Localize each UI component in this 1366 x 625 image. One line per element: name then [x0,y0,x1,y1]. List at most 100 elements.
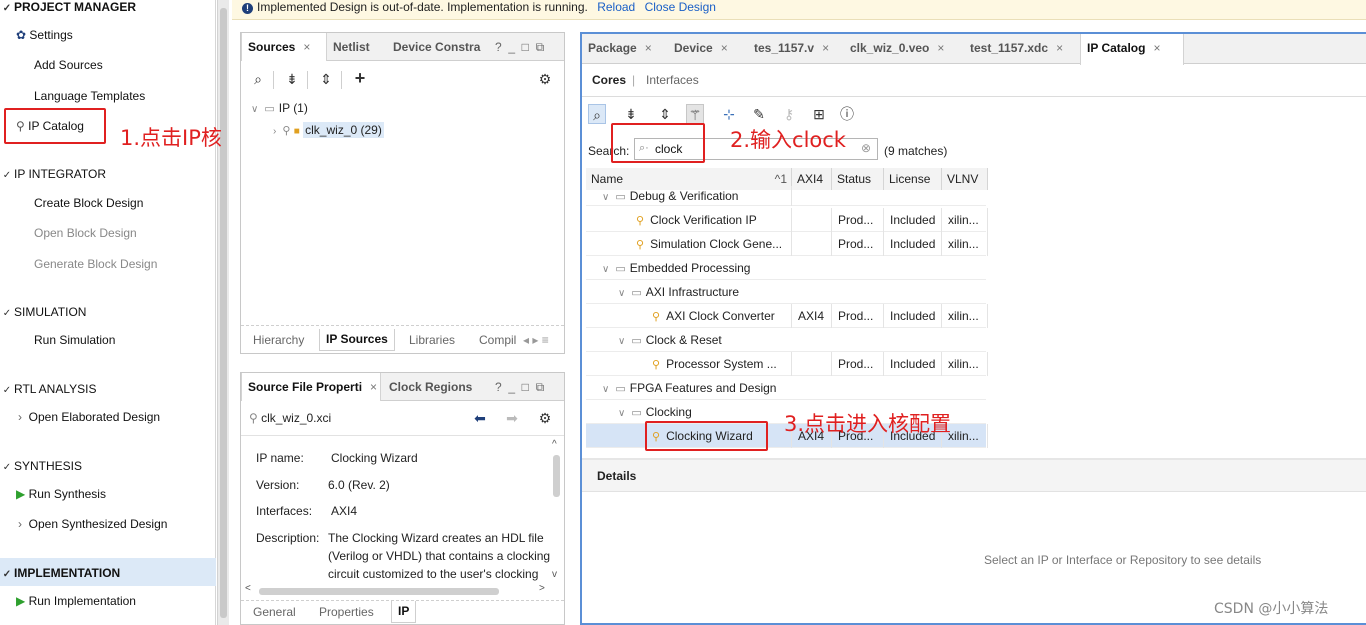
close-icon[interactable]: × [937,41,944,55]
gear-icon[interactable]: ⚙ [536,408,554,428]
sources-panel: Sources × Netlist Device Constra ? _ □ ⧉ … [240,32,565,354]
description-line: (Verilog or VHDL) that contains a clocki… [328,549,551,563]
back-arrow-icon[interactable]: ⬅ [471,408,489,428]
info-icon[interactable]: ⓘ [838,104,856,124]
nav-run-implementation[interactable]: ▶ Run Implementation [16,594,136,608]
search-icon[interactable]: ⌕ [249,69,267,89]
tree-item-clk-wiz[interactable]: › ⚲ ■ clk_wiz_0 (29) [273,122,384,138]
key-icon[interactable]: ⚷ [780,104,798,124]
tab-test-1157-xdc[interactable]: test_1157.xdc × [964,34,1080,62]
close-icon[interactable]: × [370,380,377,394]
table-row[interactable]: ⚲ Processor System ... Prod... Included x… [586,352,988,376]
section-project-manager[interactable]: ✓ PROJECT MANAGER [0,0,136,14]
close-icon[interactable]: × [1153,41,1160,55]
forward-arrow-icon[interactable]: ➡ [503,408,521,428]
table-row[interactable]: ∨ ▭ Embedded Processing [586,256,986,280]
table-row[interactable]: ⚲ AXI Clock Converter AXI4 Prod... Includ… [586,304,988,328]
tab-ip-sources[interactable]: IP Sources [319,329,395,351]
tab-compile-order[interactable]: Compil [479,333,516,347]
close-icon[interactable]: × [1056,41,1063,55]
nav-open-synthesized-design[interactable]: › Open Synthesized Design [18,517,167,531]
watermark: CSDN @小小算法 [1214,601,1329,617]
search-icon[interactable]: ⌕ [588,104,606,124]
close-design-link[interactable]: Close Design [645,0,716,14]
panel-controls[interactable]: ? _ □ ⧉ [495,33,544,61]
tab-clk-wiz-veo[interactable]: clk_wiz_0.veo × [844,34,964,62]
table-row[interactable]: ∨ ▭ AXI Infrastructure [586,280,986,304]
nav-run-synthesis[interactable]: ▶ Run Synthesis [16,487,106,501]
nav-language-templates[interactable]: Language Templates [34,89,145,103]
tree-root-ip[interactable]: ∨ ▭ IP (1) [251,101,308,115]
subtab-interfaces[interactable]: Interfaces [646,73,699,87]
nav-add-sources[interactable]: Add Sources [34,58,103,72]
sources-tabstrip: Sources × Netlist Device Constra ? _ □ ⧉ [241,33,564,61]
nav-run-simulation[interactable]: Run Simulation [34,333,115,347]
table-row[interactable]: ⚲ Clock Verification IP Prod... Included … [586,208,988,232]
section-ip-integrator[interactable]: ✓ IP INTEGRATOR [0,167,106,181]
clear-icon[interactable]: ⊗ [861,141,871,155]
filter-icon[interactable]: ⚚ [686,104,704,124]
expand-all-icon[interactable]: ⇕ [317,69,335,89]
chip-icon[interactable]: ⊞ [810,104,828,124]
add-icon[interactable]: + [351,68,369,88]
close-icon[interactable]: × [822,41,829,55]
tab-clock-regions[interactable]: Clock Regions [383,373,483,401]
folder-icon: ▭ [631,407,642,419]
tab-device[interactable]: Device × [668,34,748,62]
tab-device-constraints[interactable]: Device Constra [387,33,487,61]
match-count: (9 matches) [884,144,948,158]
tab-netlist[interactable]: Netlist [327,33,383,61]
tab-libraries[interactable]: Libraries [409,333,455,347]
gear-icon[interactable]: ⚙ [536,69,554,89]
close-icon[interactable]: × [303,40,310,54]
tab-general[interactable]: General [253,605,296,619]
folder-icon: ▭ [264,103,275,115]
section-simulation[interactable]: ✓ SIMULATION [0,305,87,319]
navigator-scrollbar[interactable] [217,0,229,625]
tab-package[interactable]: Package × [582,34,666,62]
details-empty-message: Select an IP or Interface or Repository … [984,553,1262,567]
table-row[interactable]: ∨ ▭ FPGA Features and Design [586,376,986,400]
ip-core-icon: ⚲ [652,359,661,371]
table-row[interactable]: ∨ ▭ Clock & Reset [586,328,986,352]
close-icon[interactable]: × [645,41,652,55]
tab-scroll-arrows[interactable]: ◂ ▸ ≡ [523,333,549,347]
hierarchy-icon[interactable]: ⊹ [720,104,738,124]
panel-controls[interactable]: ? _ □ ⧉ [495,373,544,401]
tab-properties[interactable]: Properties [319,605,374,619]
tab-tes-1157-v[interactable]: tes_1157.v × [748,34,844,62]
chevron-right-icon: › [18,410,22,424]
ip-core-icon: ⚲ [652,311,661,323]
table-row[interactable]: ∨ ▭ Debug & Verification [586,186,986,206]
subtab-cores[interactable]: Cores [592,73,626,87]
nav-open-block-design[interactable]: Open Block Design [34,226,137,240]
details-title: Details [597,469,637,483]
nav-open-elaborated-design[interactable]: › Open Elaborated Design [18,410,160,424]
collapse-all-icon[interactable]: ⇟ [622,104,640,124]
section-synthesis[interactable]: ✓ SYNTHESIS [0,459,82,473]
close-icon[interactable]: × [721,41,728,55]
tab-source-file-properties[interactable]: Source File Properti × [241,373,381,401]
nav-settings[interactable]: ✿ Settings [16,28,73,42]
subtab-divider: | [632,73,636,87]
table-row[interactable]: ⚲ Simulation Clock Gene... Prod... Includ… [586,232,988,256]
horizontal-scrollbar[interactable]: < > [245,583,549,597]
wrench-icon[interactable]: ✎ [750,104,768,124]
tab-ip-catalog[interactable]: IP Catalog × [1080,34,1184,65]
folder-icon: ▭ [631,335,642,347]
section-rtl-analysis[interactable]: ✓ RTL ANALYSIS [0,382,97,396]
description-line: The Clocking Wizard creates an HDL file [328,531,544,545]
section-implementation[interactable]: ✓ IMPLEMENTATION [0,566,120,580]
label-ip-name: IP name: [256,451,304,465]
nav-create-block-design[interactable]: Create Block Design [34,196,143,210]
tab-hierarchy[interactable]: Hierarchy [253,333,304,347]
annotation-step2: 2.输入clock [730,128,846,152]
reload-link[interactable]: Reload [597,0,635,14]
expand-all-icon[interactable]: ⇕ [656,104,674,124]
collapse-all-icon[interactable]: ⇟ [283,69,301,89]
tab-sources[interactable]: Sources × [241,33,327,61]
tab-ip[interactable]: IP [391,601,417,623]
description-line: circuit customized to the user's clockin… [328,567,539,581]
nav-generate-block-design[interactable]: Generate Block Design [34,257,157,271]
vertical-scrollbar[interactable]: ^ v [551,439,563,583]
